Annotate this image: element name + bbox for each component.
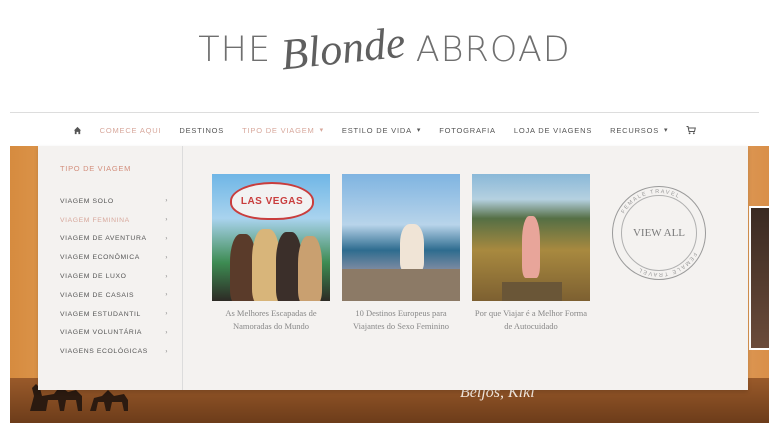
nav-comece-aqui[interactable]: COMECE AQUI <box>100 126 162 135</box>
chevron-right-icon: › <box>165 273 168 280</box>
nav-label: RECURSOS <box>610 125 660 135</box>
cart-icon <box>686 126 697 135</box>
menu-divider <box>182 146 183 390</box>
nav-label: DESTINOS <box>179 125 225 135</box>
article-image-friends-las-vegas[interactable]: LAS VEGAS <box>212 174 330 301</box>
menu-title: TIPO DE VIAGEM <box>60 164 132 173</box>
article-image-marsh-woman[interactable] <box>472 174 590 301</box>
nav-destinos[interactable]: DESTINOS <box>179 126 224 135</box>
nav-label: FOTOGRAFIA <box>439 125 496 135</box>
hero-side-photo <box>749 206 769 350</box>
menu-item-label: VIAGEM DE LUXO <box>60 273 127 281</box>
article-image-coast-woman[interactable] <box>342 174 460 301</box>
chevron-right-icon: › <box>165 311 168 318</box>
chevron-down-icon: ▾ <box>664 127 669 134</box>
person-figure <box>400 224 424 272</box>
article-caption[interactable]: As Melhores Escapadas de Namoradas do Mu… <box>212 307 330 333</box>
chevron-right-icon: › <box>165 329 168 336</box>
person-figure <box>522 216 540 278</box>
svg-text:FEMALE TRAVEL: FEMALE TRAVEL <box>620 189 681 215</box>
logo-word-script: Blonde <box>278 17 408 79</box>
chevron-right-icon: › <box>165 198 168 205</box>
menu-item-viagem-feminina[interactable]: VIAGEM FEMININA › <box>60 211 172 230</box>
rock-ledge <box>342 269 460 301</box>
view-all-button[interactable]: FEMALE TRAVEL FEMALE TRAVEL VIEW ALL <box>612 186 706 280</box>
chevron-right-icon: › <box>165 217 168 224</box>
article-card-3[interactable]: Por que Viajar é a Melhor Forma de Autoc… <box>472 174 590 333</box>
menu-item-label: VIAGEM VOLUNTÁRIA <box>60 329 142 337</box>
person-figure <box>298 236 322 301</box>
chevron-right-icon: › <box>165 292 168 299</box>
nav-label: ESTILO DE VIDA <box>341 125 412 135</box>
nav-tipo-de-viagem[interactable]: TIPO DE VIAGEM ▾ <box>242 126 324 135</box>
svg-text:FEMALE TRAVEL: FEMALE TRAVEL <box>637 251 698 277</box>
seal-ring-text: FEMALE TRAVEL FEMALE TRAVEL <box>620 189 698 277</box>
menu-item-label: VIAGEM DE AVENTURA <box>60 235 147 243</box>
home-icon <box>73 126 81 134</box>
site-logo[interactable]: THE Blonde ABROAD <box>0 17 769 80</box>
logo-word-right: ABROAD <box>415 30 571 70</box>
nav-cart[interactable] <box>686 125 697 135</box>
menu-list: VIAGEM SOLO › VIAGEM FEMININA › VIAGEM D… <box>60 192 172 361</box>
menu-item-label: VIAGEM ESTUDANTIL <box>60 310 141 318</box>
menu-item-viagem-voluntaria[interactable]: VIAGEM VOLUNTÁRIA › <box>60 324 172 343</box>
nav-label: COMECE AQUI <box>99 125 162 135</box>
menu-item-label: VIAGEM SOLO <box>60 197 114 205</box>
menu-item-label: VIAGENS ECOLÓGICAS <box>60 348 148 356</box>
las-vegas-sign: LAS VEGAS <box>230 182 314 220</box>
nav-estilo-de-vida[interactable]: ESTILO DE VIDA ▾ <box>342 126 421 135</box>
menu-item-viagem-de-casais[interactable]: VIAGEM DE CASAIS › <box>60 286 172 305</box>
chevron-down-icon: ▾ <box>416 127 422 134</box>
nav-recursos[interactable]: RECURSOS ▾ <box>610 126 668 135</box>
menu-item-viagem-solo[interactable]: VIAGEM SOLO › <box>60 192 172 211</box>
menu-item-label: VIAGEM FEMININA <box>60 216 130 224</box>
article-caption[interactable]: 10 Destinos Europeus para Viajantes do S… <box>342 307 460 333</box>
article-card-1[interactable]: LAS VEGAS As Melhores Escapadas de Namor… <box>212 174 330 333</box>
menu-item-viagem-de-aventura[interactable]: VIAGEM DE AVENTURA › <box>60 230 172 249</box>
menu-item-viagem-economica[interactable]: VIAGEM ECONÔMICA › <box>60 248 172 267</box>
menu-item-viagem-estudantil[interactable]: VIAGEM ESTUDANTIL › <box>60 305 172 324</box>
article-card-2[interactable]: 10 Destinos Europeus para Viajantes do S… <box>342 174 460 333</box>
wooden-dock <box>502 282 562 301</box>
article-caption[interactable]: Por que Viajar é a Melhor Forma de Autoc… <box>472 307 590 333</box>
chevron-down-icon: ▾ <box>319 127 324 134</box>
menu-item-label: VIAGEM DE CASAIS <box>60 291 135 299</box>
logo-word-left: THE <box>198 30 272 70</box>
nav-home[interactable] <box>73 126 82 135</box>
mega-menu-panel: TIPO DE VIAGEM VIAGEM SOLO › VIAGEM FEMI… <box>38 146 748 390</box>
nav-fotografia[interactable]: FOTOGRAFIA <box>439 126 496 135</box>
main-nav: COMECE AQUI DESTINOS TIPO DE VIAGEM ▾ ES… <box>0 122 769 138</box>
header-divider <box>10 112 759 113</box>
menu-item-viagens-ecologicas[interactable]: VIAGENS ECOLÓGICAS › <box>60 342 172 361</box>
chevron-right-icon: › <box>165 254 168 261</box>
nav-label: TIPO DE VIAGEM <box>242 125 315 135</box>
nav-loja-de-viagens[interactable]: LOJA DE VIAGENS <box>514 126 592 135</box>
menu-item-label: VIAGEM ECONÔMICA <box>60 254 140 262</box>
chevron-right-icon: › <box>165 235 168 242</box>
nav-label: LOJA DE VIAGENS <box>513 125 593 135</box>
menu-item-viagem-de-luxo[interactable]: VIAGEM DE LUXO › <box>60 267 172 286</box>
chevron-right-icon: › <box>165 348 168 355</box>
